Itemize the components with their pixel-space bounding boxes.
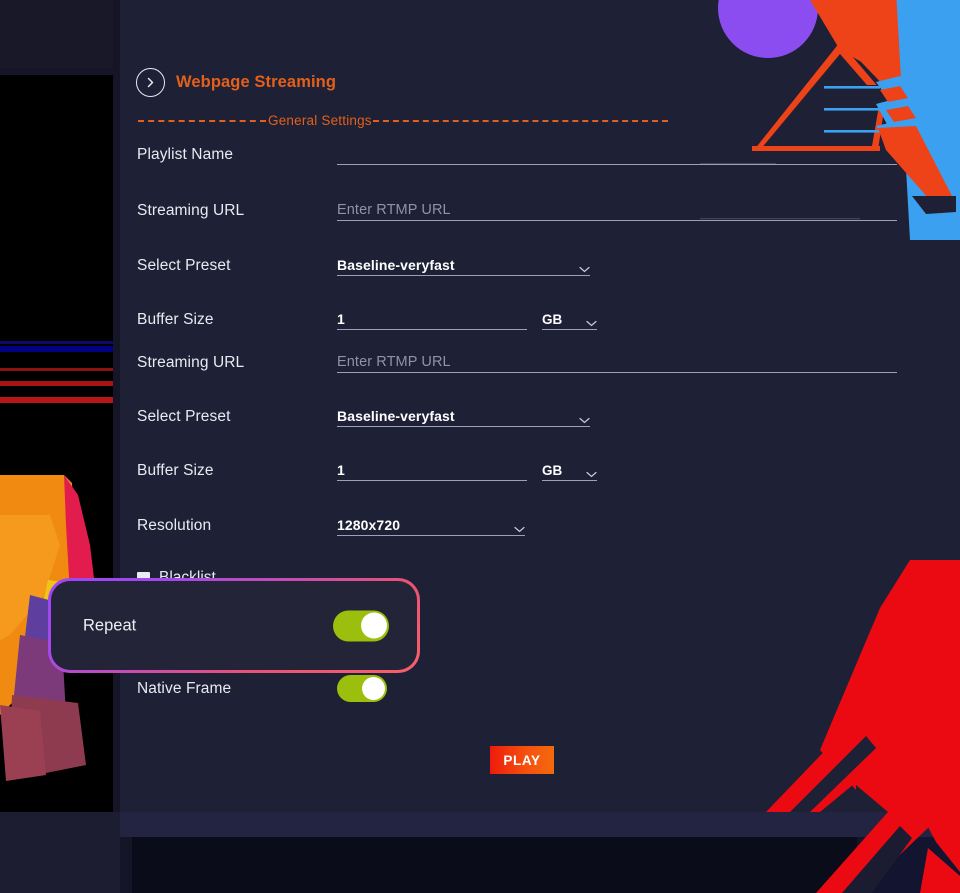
toggle-repeat[interactable] bbox=[333, 610, 389, 641]
value-buffer-unit-2: GB bbox=[542, 463, 563, 478]
label-streaming-url-1: Streaming URL bbox=[137, 202, 245, 219]
input-streaming-url-2[interactable]: Enter RTMP URL bbox=[337, 351, 897, 373]
input-buffer-size-1[interactable]: 1 bbox=[337, 308, 527, 330]
row-resolution: Resolution 1280x720 bbox=[137, 514, 607, 536]
row-playlist-name: Playlist Name bbox=[137, 145, 897, 165]
art-abstract-shapes bbox=[0, 475, 96, 781]
bottom-preview-area bbox=[132, 837, 857, 893]
row-select-preset-1: Select Preset Baseline-veryfast bbox=[137, 254, 607, 276]
input-streaming-url-1[interactable]: Enter RTMP URL bbox=[337, 199, 897, 221]
input-playlist-name[interactable] bbox=[337, 145, 897, 165]
value-select-preset-1: Baseline-veryfast bbox=[337, 257, 455, 273]
row-buffer-size-2: Buffer Size 1 GB bbox=[137, 459, 607, 481]
label-buffer-size-1: Buffer Size bbox=[137, 311, 214, 328]
left-media-panel bbox=[0, 75, 113, 812]
callout-inner: Repeat bbox=[51, 581, 417, 670]
repeat-highlight-callout: Repeat bbox=[48, 578, 420, 673]
toggle-knob bbox=[360, 612, 387, 639]
section-label: General Settings bbox=[268, 113, 372, 128]
row-buffer-size-1: Buffer Size 1 GB bbox=[137, 308, 607, 330]
label-repeat: Repeat bbox=[83, 616, 137, 634]
top-left-dark-block bbox=[0, 0, 113, 68]
value-resolution: 1280x720 bbox=[337, 517, 401, 533]
value-buffer-size-2: 1 bbox=[337, 462, 345, 478]
divider-dash-left bbox=[138, 120, 266, 122]
page-title: Webpage Streaming bbox=[176, 73, 337, 91]
divider-dash-right bbox=[372, 120, 668, 122]
label-native-frame: Native Frame bbox=[137, 679, 232, 697]
chevron-right-circle-icon[interactable] bbox=[136, 68, 165, 97]
chevron-down-icon bbox=[580, 471, 597, 478]
row-streaming-url-2: Streaming URL Enter RTMP URL bbox=[137, 351, 897, 373]
value-buffer-size-1: 1 bbox=[337, 311, 345, 327]
toggle-knob bbox=[362, 677, 385, 700]
value-select-preset-2: Baseline-veryfast bbox=[337, 408, 455, 424]
row-select-preset-2: Select Preset Baseline-veryfast bbox=[137, 405, 607, 427]
label-select-preset-2: Select Preset bbox=[137, 408, 231, 425]
select-resolution[interactable]: 1280x720 bbox=[337, 514, 525, 536]
toggle-native-frame[interactable] bbox=[337, 675, 387, 702]
form-content: Webpage Streaming General Settings Playl… bbox=[120, 0, 960, 812]
row-streaming-url-1: Streaming URL Enter RTMP URL bbox=[137, 199, 897, 221]
page-header: Webpage Streaming bbox=[136, 68, 336, 97]
chevron-down-icon bbox=[573, 266, 590, 273]
label-buffer-size-2: Buffer Size bbox=[137, 462, 214, 479]
chevron-down-icon bbox=[508, 526, 525, 533]
select-preset-1[interactable]: Baseline-veryfast bbox=[337, 254, 590, 276]
bottom-left-dark-block bbox=[0, 812, 120, 893]
callout-row-repeat: Repeat bbox=[83, 610, 389, 641]
select-buffer-unit-1[interactable]: GB bbox=[542, 308, 597, 330]
select-buffer-unit-2[interactable]: GB bbox=[542, 459, 597, 481]
bottom-red-artwork bbox=[816, 812, 960, 893]
label-streaming-url-2: Streaming URL bbox=[137, 354, 245, 371]
label-playlist-name: Playlist Name bbox=[137, 146, 234, 163]
chevron-down-icon bbox=[580, 320, 597, 327]
label-select-preset-1: Select Preset bbox=[137, 257, 231, 274]
placeholder-streaming-url-2: Enter RTMP URL bbox=[337, 354, 451, 370]
play-button[interactable]: PLAY bbox=[490, 746, 554, 774]
placeholder-streaming-url-1: Enter RTMP URL bbox=[337, 202, 451, 218]
label-resolution: Resolution bbox=[137, 517, 212, 534]
input-buffer-size-2[interactable]: 1 bbox=[337, 459, 527, 481]
section-divider-general-settings: General Settings bbox=[138, 113, 668, 128]
row-native-frame: Native Frame bbox=[137, 675, 447, 702]
chevron-down-icon bbox=[573, 417, 590, 424]
select-preset-2[interactable]: Baseline-veryfast bbox=[337, 405, 590, 427]
value-buffer-unit-1: GB bbox=[542, 312, 563, 327]
